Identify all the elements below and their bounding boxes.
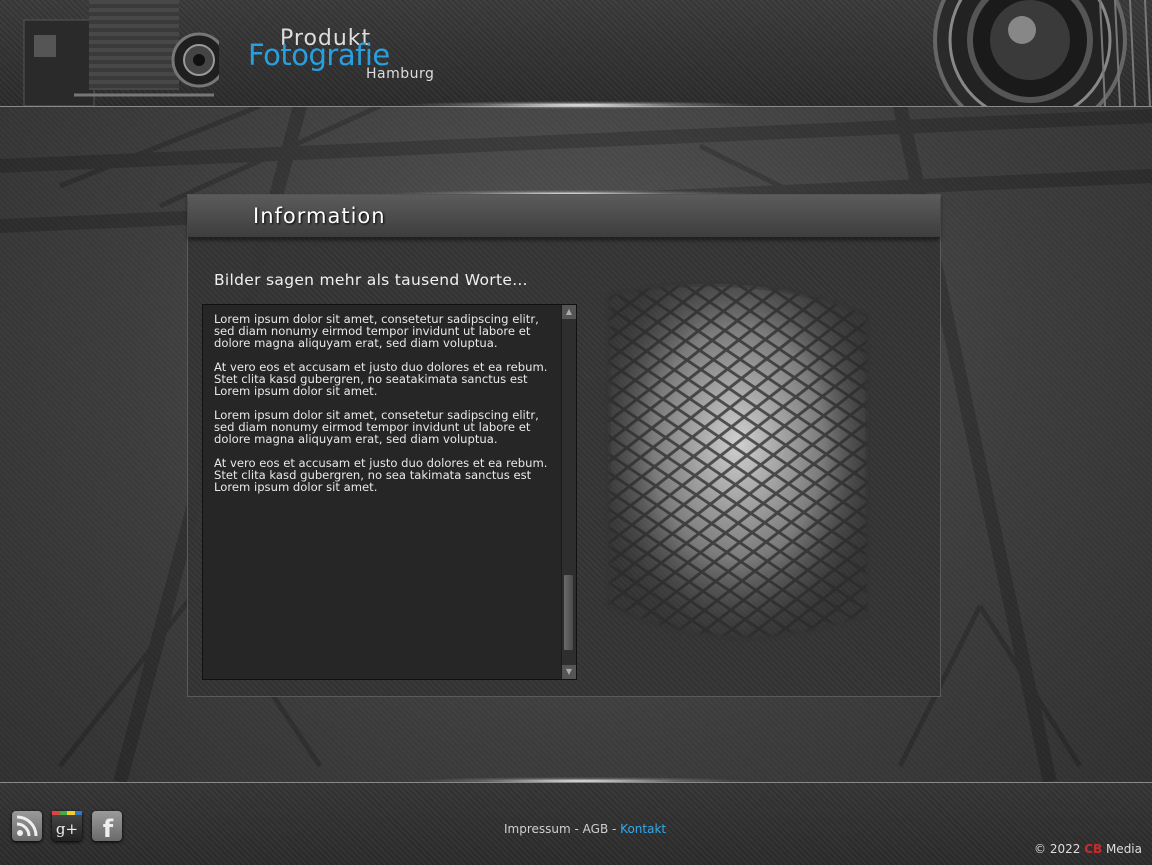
- facebook-icon[interactable]: f: [92, 811, 122, 841]
- copyright: © 2022 CB Media: [1034, 842, 1142, 856]
- footer-link-agb[interactable]: AGB: [583, 822, 609, 836]
- paragraph: At vero eos et accusam et justo duo dolo…: [214, 456, 548, 494]
- svg-text:f: f: [103, 815, 114, 841]
- footer-link-impressum[interactable]: Impressum: [504, 822, 571, 836]
- paragraph: Lorem ipsum dolor sit amet, consetetur s…: [214, 313, 539, 350]
- site-logo[interactable]: Produkt Fotografie Hamburg: [248, 26, 468, 86]
- content-panel: Information Bilder sagen mehr als tausen…: [187, 194, 941, 697]
- panel-header: Information: [188, 195, 940, 238]
- scrollbar-thumb[interactable]: [564, 575, 573, 650]
- copyright-suffix: Media: [1102, 842, 1142, 856]
- header-glow: [400, 101, 760, 109]
- text-content: Lorem ipsum dolor sit amet, consetetur s…: [214, 313, 554, 673]
- site-footer: g+ f Impressum - AGB - Kontakt © 2022 CB…: [0, 782, 1152, 865]
- copyright-prefix: © 2022: [1034, 842, 1085, 856]
- site-header: Produkt Fotografie Hamburg: [0, 0, 1152, 107]
- logo-text-hamburg: Hamburg: [366, 66, 435, 82]
- scrollable-text-box[interactable]: Lorem ipsum dolor sit amet, consetetur s…: [202, 304, 577, 680]
- copyright-brand[interactable]: CB: [1084, 842, 1102, 856]
- rss-icon[interactable]: [12, 811, 42, 841]
- scrollbar[interactable]: ▲ ▼: [561, 305, 576, 679]
- svg-text:g+: g+: [56, 820, 78, 838]
- folding-camera-image: [23, 0, 219, 106]
- camera-lens-image: [933, 0, 1151, 106]
- footer-link-kontakt[interactable]: Kontakt: [620, 822, 666, 836]
- paragraph: Lorem ipsum dolor sit amet, consetetur s…: [214, 408, 539, 446]
- scroll-up-arrow-icon[interactable]: ▲: [562, 305, 576, 319]
- paragraph: At vero eos et accusam et justo duo dolo…: [214, 360, 548, 398]
- footer-separator: -: [570, 822, 583, 836]
- architecture-photo: [605, 280, 871, 641]
- google-plus-icon[interactable]: g+: [52, 811, 82, 841]
- footer-separator: -: [608, 822, 621, 836]
- page-title: Information: [253, 204, 386, 228]
- footer-links: Impressum - AGB - Kontakt: [504, 822, 666, 836]
- section-subheading: Bilder sagen mehr als tausend Worte…: [214, 271, 528, 289]
- scroll-down-arrow-icon[interactable]: ▼: [562, 665, 576, 679]
